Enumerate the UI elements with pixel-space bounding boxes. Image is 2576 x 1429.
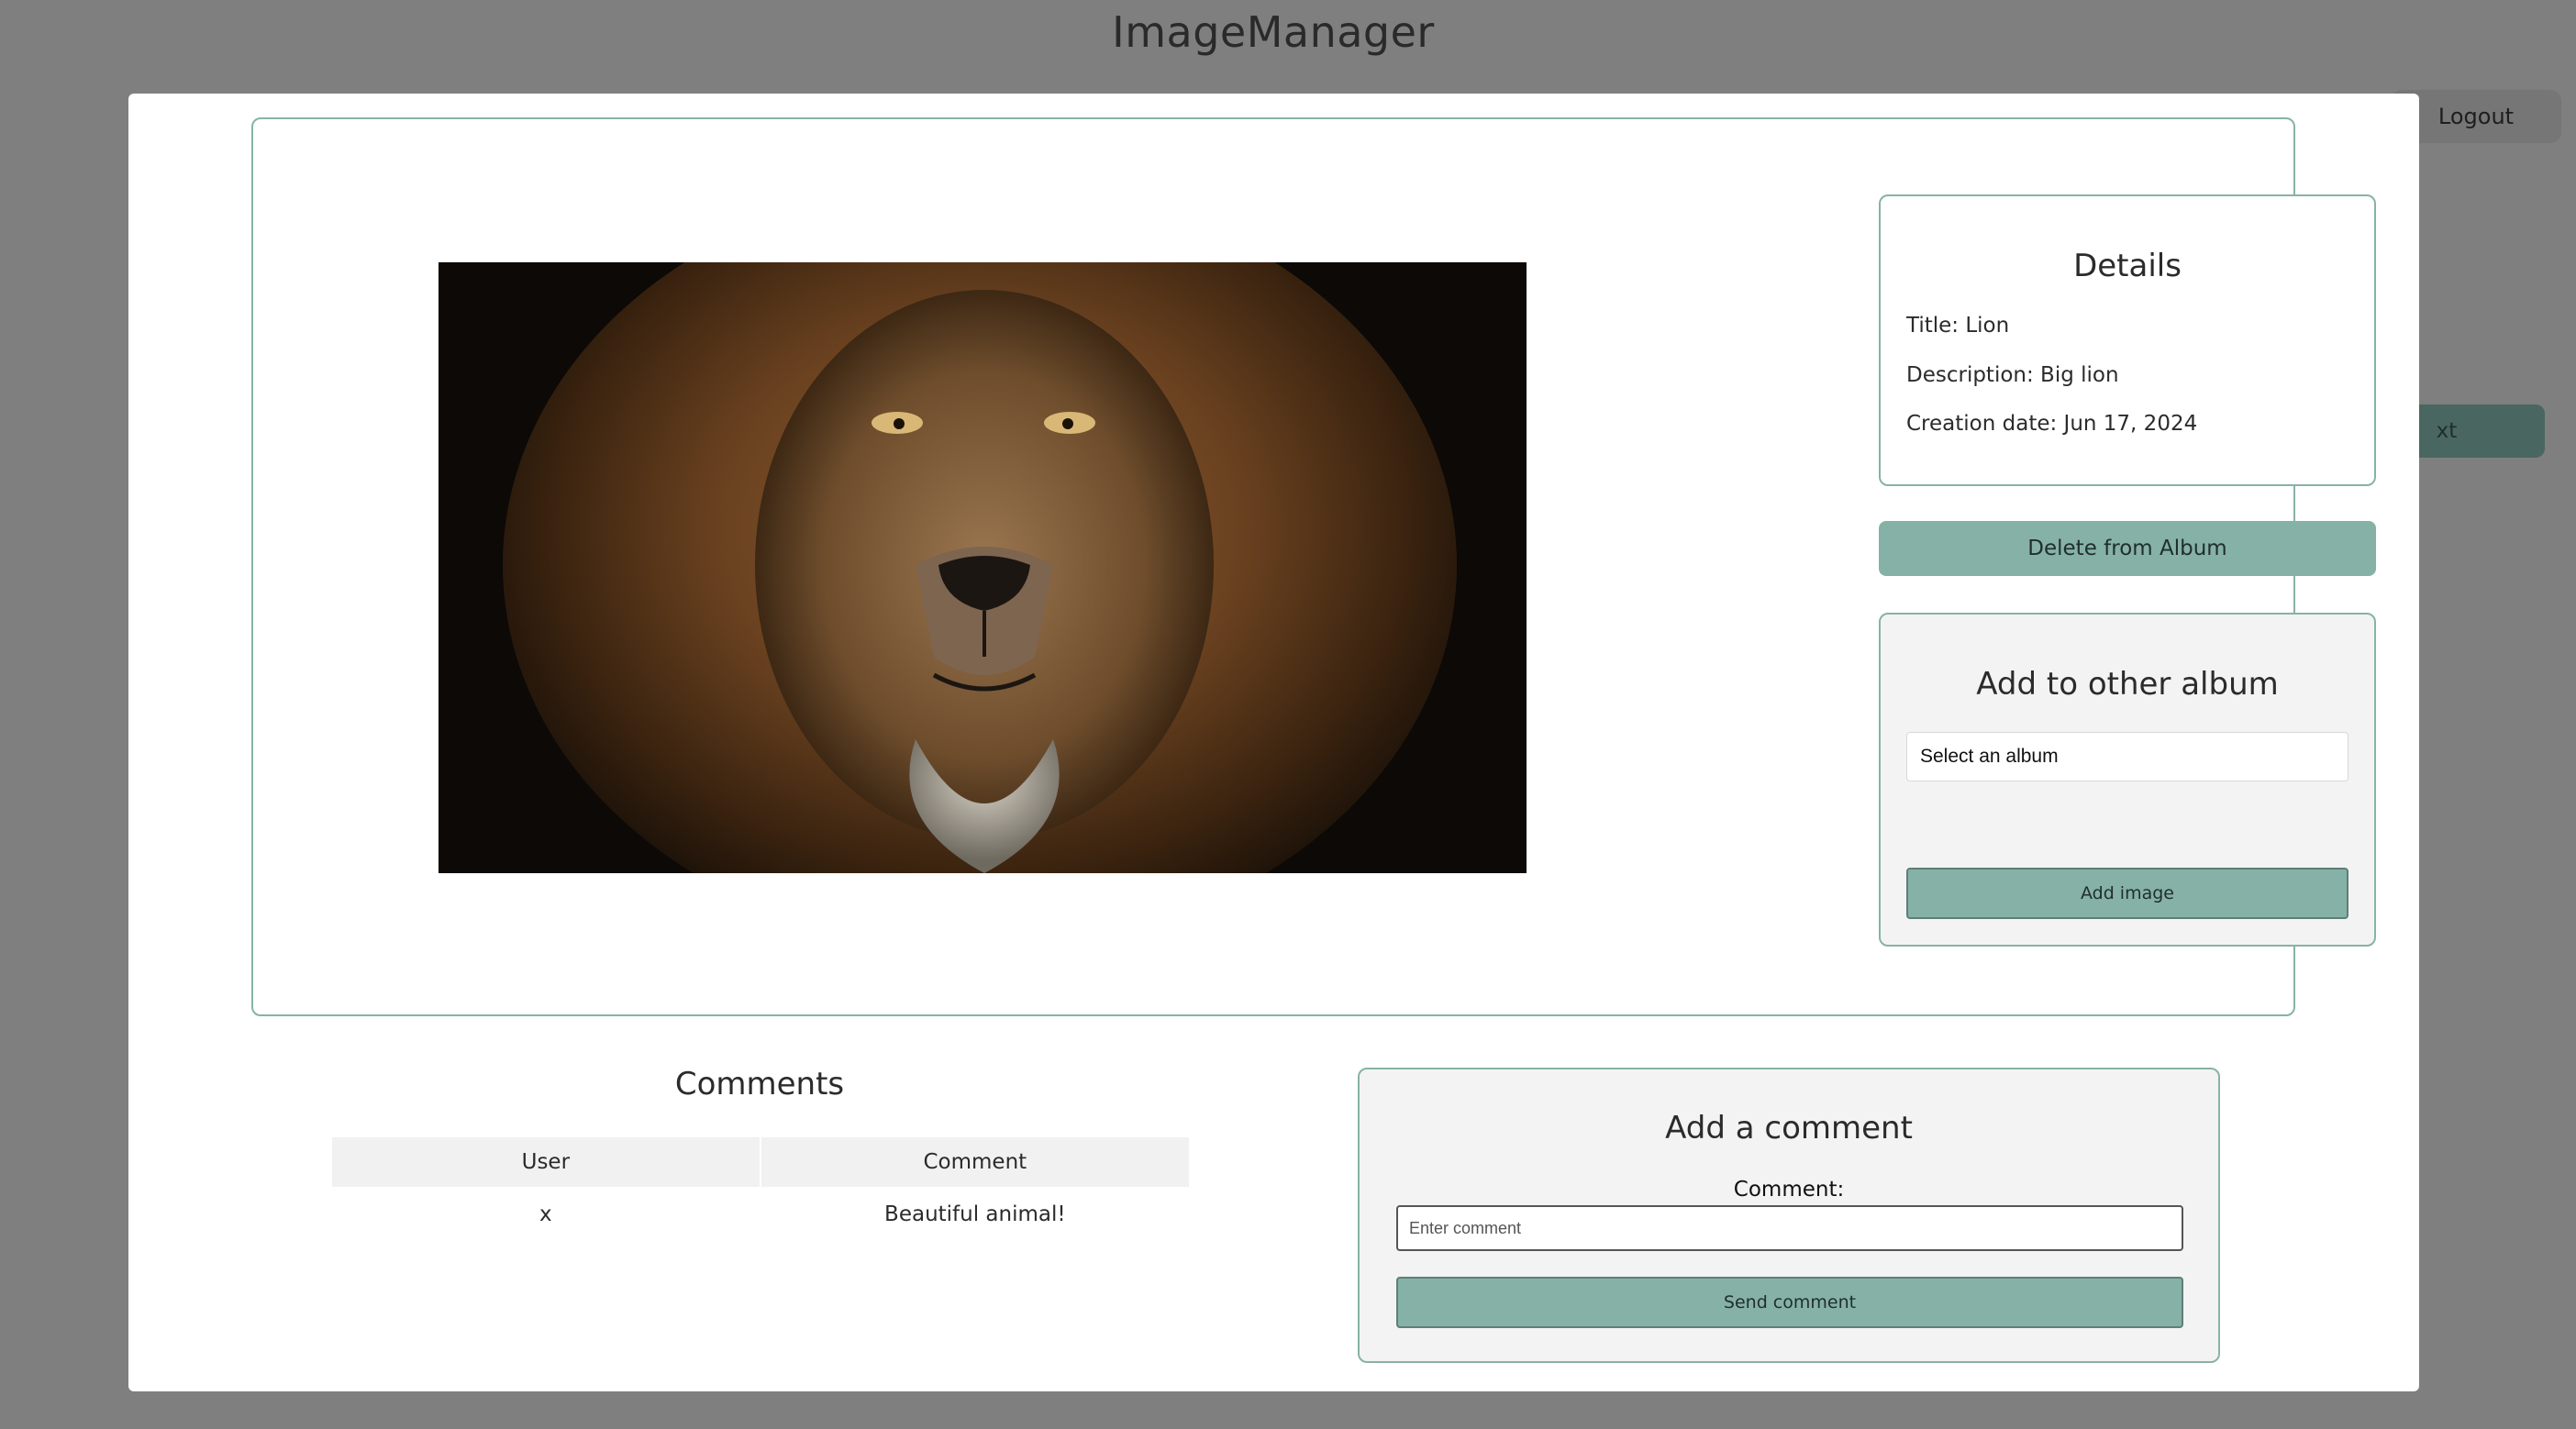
add-comment-card: Add a comment Comment: Send comment [1358, 1068, 2220, 1363]
detail-creation-date: Creation date: Jun 17, 2024 [1906, 412, 2198, 436]
app-title: ImageManager [1112, 7, 1435, 57]
comments-table: User Comment x Beautiful animal! [330, 1137, 1191, 1242]
detail-title: Title: Lion [1906, 314, 2010, 338]
details-heading: Details [2073, 248, 2182, 284]
comment-text-cell: Beautiful animal! [884, 1202, 1066, 1226]
table-row: x Beautiful animal! [332, 1187, 1189, 1242]
comment-user-cell: x [539, 1202, 552, 1226]
column-header-user: User [332, 1137, 760, 1187]
lion-photo [439, 262, 1527, 873]
add-comment-heading: Add a comment [1665, 1110, 1913, 1147]
image-modal: Details Title: Lion Description: Big lio… [128, 94, 2419, 1391]
add-image-button[interactable]: Add image [1906, 868, 2348, 919]
column-header-comment: Comment [761, 1137, 1189, 1187]
comment-label: Comment: [1733, 1178, 1845, 1202]
delete-from-album-button[interactable]: Delete from Album [1879, 521, 2376, 576]
image-viewer-panel: Details Title: Lion Description: Big lio… [251, 117, 2376, 1016]
detail-description: Description: Big lion [1906, 363, 2119, 387]
comment-input[interactable] [1396, 1205, 2183, 1251]
lion-image [439, 262, 1527, 873]
send-comment-button[interactable]: Send comment [1396, 1277, 2183, 1328]
add-album-heading: Add to other album [1976, 666, 2279, 703]
add-to-album-card: Add to other album Select an album Add i… [1879, 613, 2376, 947]
details-card: Details Title: Lion Description: Big lio… [1879, 194, 2376, 486]
table-header-row: User Comment [332, 1137, 1189, 1187]
album-select[interactable]: Select an album [1906, 732, 2348, 781]
comments-heading: Comments [674, 1066, 845, 1102]
